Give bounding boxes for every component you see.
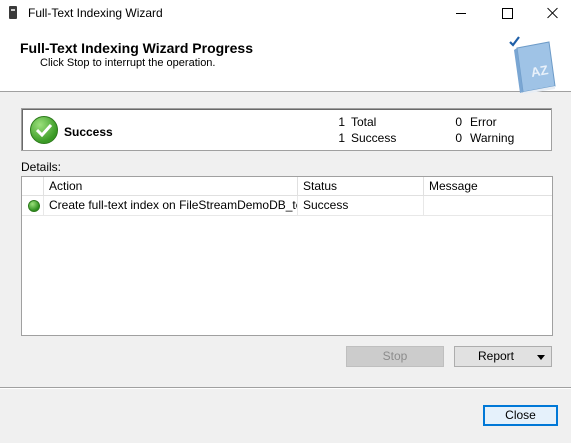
close-window-button[interactable] [530,0,571,26]
stop-button[interactable]: Stop [346,346,444,367]
minimize-icon [456,12,466,14]
success-count: 1 [338,131,345,145]
success-icon [28,200,40,212]
book-icon: AZ [509,36,556,94]
error-label: Error [470,115,497,129]
message-column-header[interactable]: Message [424,177,552,195]
maximize-button[interactable] [484,0,530,26]
table-row[interactable]: Create full-text index on FileStreamDemo… [22,196,552,216]
success-label: Success [351,131,397,145]
icon-column-header[interactable] [22,177,44,195]
maximize-icon [501,7,513,19]
details-label: Details: [21,160,62,174]
error-count: 0 [455,115,462,129]
page-subtitle: Click Stop to interrupt the operation. [40,57,216,69]
svg-text:AZ: AZ [530,62,550,80]
status-cell: Success [298,196,424,215]
close-icon [547,7,559,19]
details-table[interactable]: Action Status Message Create full-text i… [21,176,553,336]
warning-label: Warning [470,131,515,145]
status-summary: Success 1 Total 1 Success 0 Error 0 Warn… [21,108,552,151]
row-status-cell [22,196,44,215]
action-cell: Create full-text index on FileStreamDemo… [44,196,298,215]
footer-divider [0,387,571,389]
wizard-header: Full-Text Indexing Wizard Progress Click… [0,26,571,94]
app-icon [9,6,17,19]
minimize-button[interactable] [438,0,484,26]
report-button[interactable]: Report [454,346,552,367]
status-label: Success [64,125,113,139]
total-count: 1 [338,115,345,129]
close-button[interactable]: Close [483,405,558,426]
status-column-header[interactable]: Status [298,177,424,195]
report-label: Report [477,349,515,363]
title-bar: Full-Text Indexing Wizard [0,0,571,26]
message-cell [424,196,552,215]
warning-count: 0 [455,131,462,145]
action-column-header[interactable]: Action [44,177,298,195]
success-icon [30,116,58,144]
page-title: Full-Text Indexing Wizard Progress [20,40,253,56]
window-title: Full-Text Indexing Wizard [28,6,163,20]
chevron-down-icon [537,355,545,360]
total-label: Total [351,115,377,129]
table-header: Action Status Message [22,177,552,196]
